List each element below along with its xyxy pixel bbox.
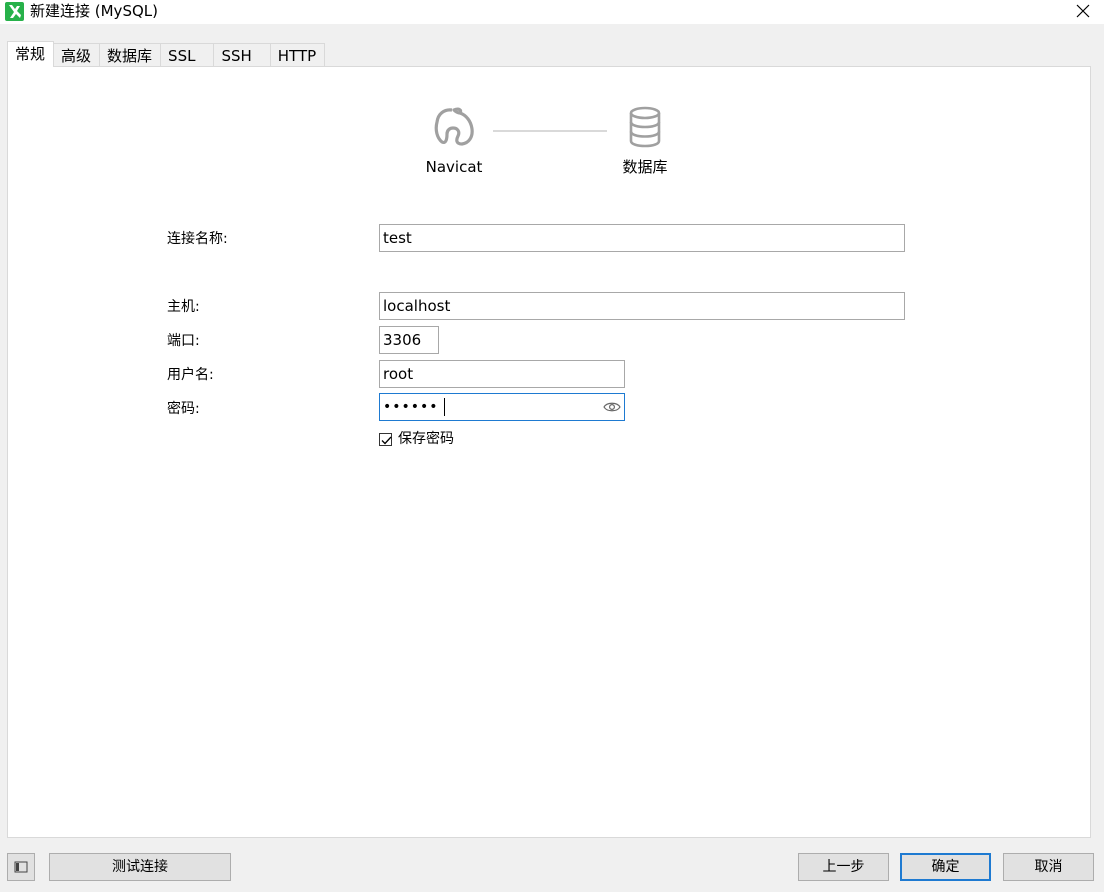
tab-ssh[interactable]: SSH [214, 43, 271, 67]
tab-database[interactable]: 数据库 [100, 43, 162, 67]
navicat-logo-icon [434, 107, 474, 146]
save-password-label: 保存密码 [398, 431, 454, 447]
navicat-label: Navicat [425, 158, 483, 176]
window-title: 新建连接 (MySQL) [30, 2, 158, 20]
host-label: 主机: [167, 299, 200, 315]
save-password-checkbox[interactable] [379, 432, 392, 446]
password-input[interactable]: •••••• [379, 393, 625, 421]
tab-bar: 常规 高级 数据库 SSL SSH HTTP [7, 41, 326, 67]
port-input[interactable] [379, 326, 439, 354]
host-input[interactable] [379, 292, 905, 320]
sidebar-panel-icon [14, 861, 28, 873]
tab-general[interactable]: 常规 [7, 41, 55, 67]
username-label: 用户名: [167, 367, 214, 383]
checkmark-icon [381, 436, 392, 444]
password-label: 密码: [167, 401, 200, 417]
title-bar: 新建连接 (MySQL) [0, 0, 1104, 24]
connector-line [493, 130, 607, 132]
close-button[interactable] [1066, 0, 1100, 22]
tab-http[interactable]: HTTP [270, 43, 326, 67]
show-password-eye-icon[interactable] [603, 400, 621, 414]
cancel-button[interactable]: 取消 [1003, 853, 1094, 881]
new-connection-window: 新建连接 (MySQL) 常规 高级 数据库 SSL SSH HTTP Navi… [0, 0, 1104, 892]
database-icon [629, 106, 661, 148]
connection-name-input[interactable] [379, 224, 905, 252]
sidebar-toggle-button[interactable] [7, 853, 35, 881]
ok-button[interactable]: 确定 [900, 853, 991, 881]
close-icon [1076, 4, 1090, 18]
test-connection-button[interactable]: 测试连接 [49, 853, 231, 881]
tab-advanced[interactable]: 高级 [54, 43, 101, 67]
navicat-app-icon [5, 2, 24, 21]
username-input[interactable] [379, 360, 625, 388]
database-label: 数据库 [622, 158, 668, 176]
dialog-body: 常规 高级 数据库 SSL SSH HTTP Navicat 数据库 连接名称:… [0, 24, 1104, 892]
text-caret [444, 398, 445, 416]
tab-ssl[interactable]: SSL [161, 43, 215, 67]
save-password-option[interactable]: 保存密码 [379, 429, 454, 449]
connection-name-label: 连接名称: [167, 231, 228, 247]
port-label: 端口: [167, 333, 200, 349]
password-masked-value: •••••• [383, 399, 439, 415]
previous-button[interactable]: 上一步 [798, 853, 889, 881]
general-panel: Navicat 数据库 连接名称: 主机: 端口: 用户名: 密码: •••••… [7, 66, 1091, 838]
